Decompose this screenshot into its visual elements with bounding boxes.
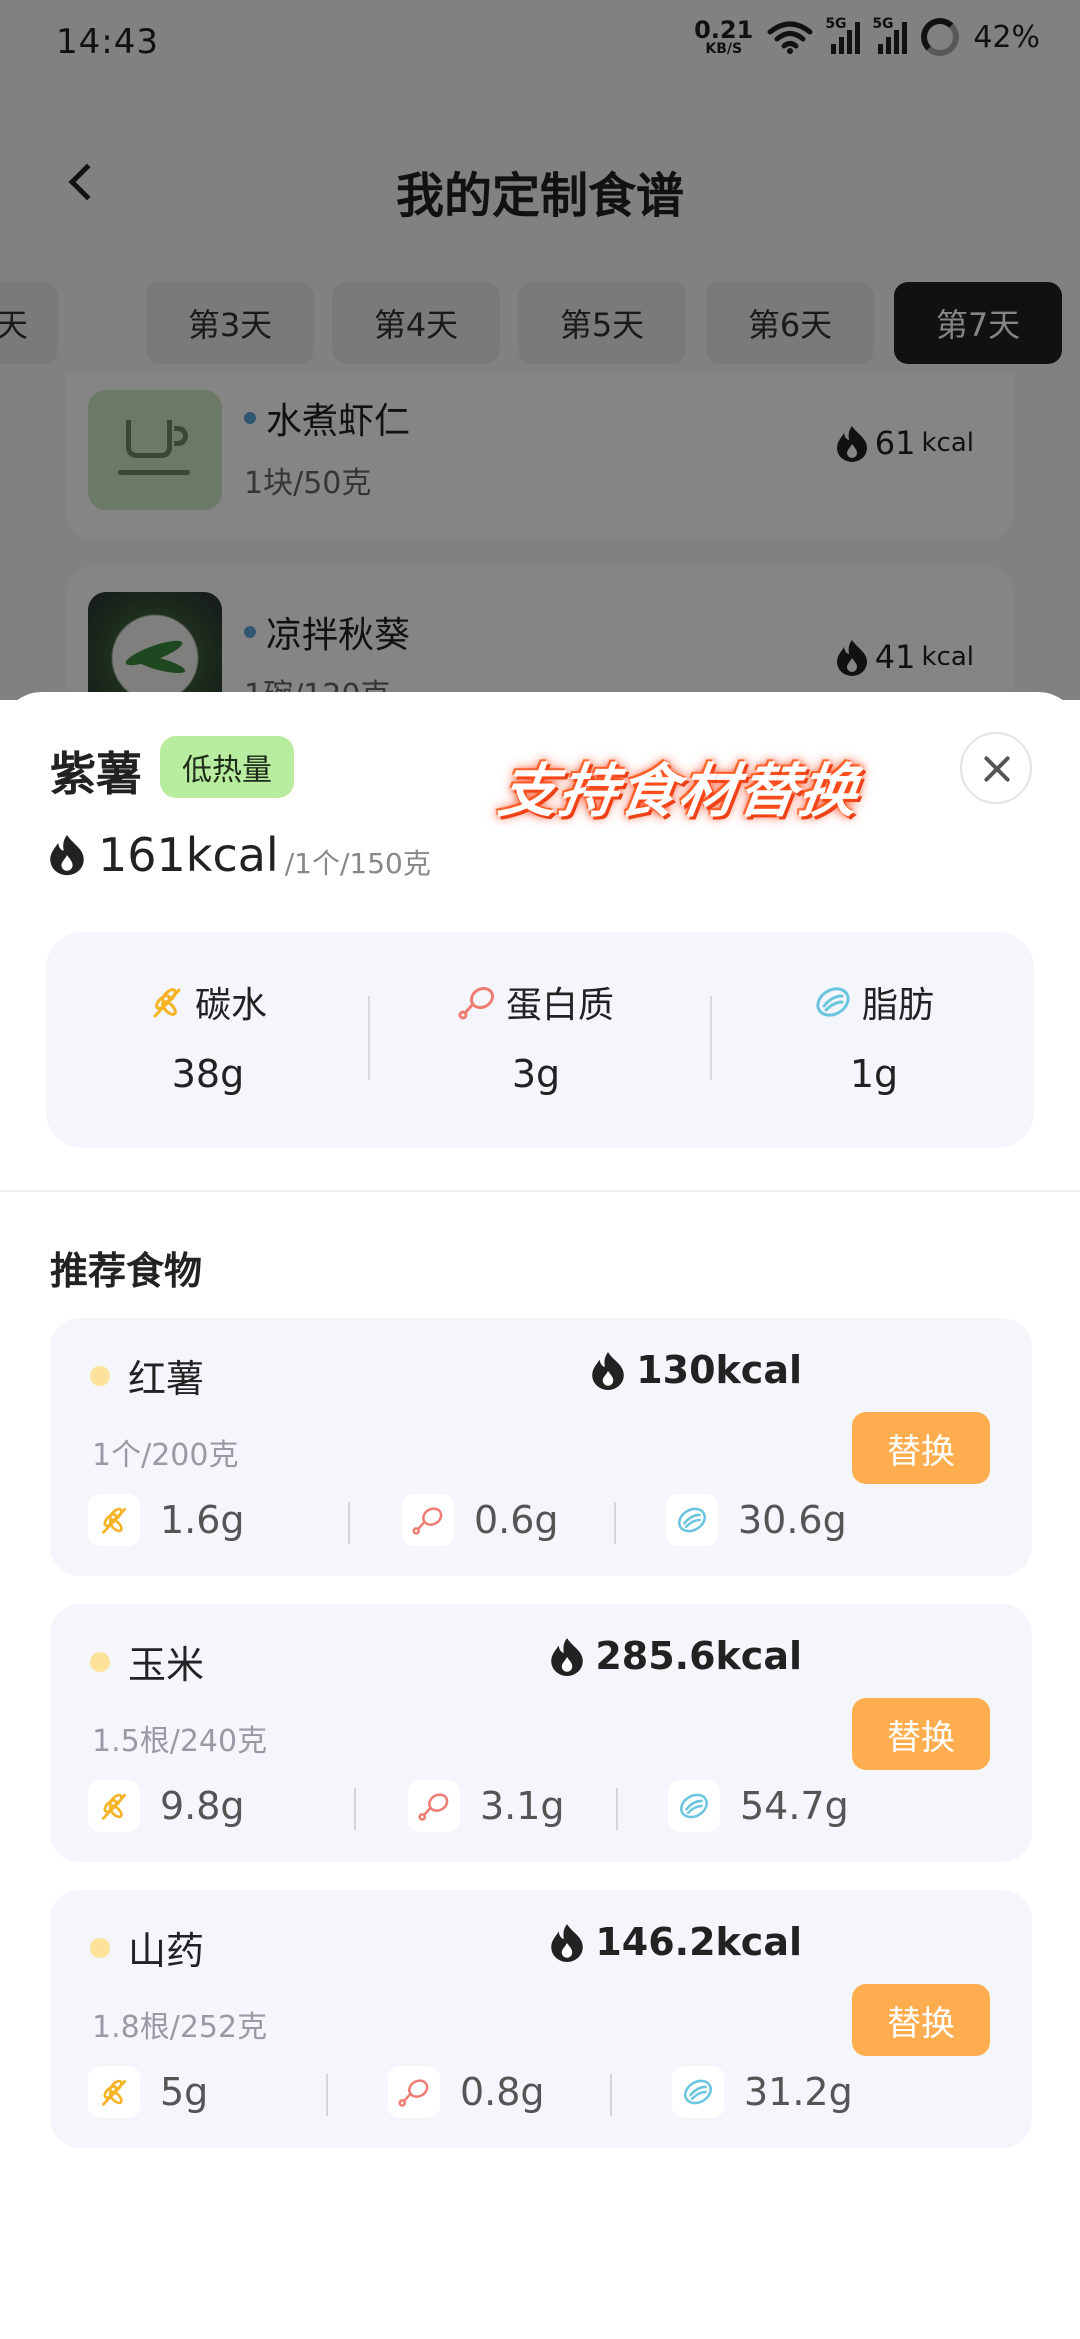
rec-protein-value: 3.1g (480, 1784, 565, 1828)
food-kcal-value: 161kcal (98, 828, 279, 882)
recommendation-card: 山药 146.2kcal 1.8根/252克 替换 5g 0.8g 31.2g (50, 1890, 1032, 2148)
divider (368, 996, 370, 1080)
drumstick-icon (458, 986, 495, 1020)
rec-name-text: 红薯 (128, 1357, 205, 1401)
rec-carb: 9.8g (88, 1780, 245, 1832)
food-calories: 161kcal /1个/150克 (48, 832, 431, 878)
rec-name: 红薯 (90, 1348, 204, 1403)
rec-protein: 0.8g (388, 2066, 545, 2118)
macro-fat-value: 1g (849, 1052, 899, 1096)
rec-carb: 1.6g (88, 1494, 245, 1546)
wheat-icon (153, 988, 181, 1018)
promo-banner: 支持食材替换 (494, 757, 865, 825)
rec-name: 玉米 (90, 1634, 204, 1689)
wheat-icon (102, 1793, 126, 1820)
rec-macros: 5g 0.8g 31.2g (88, 2066, 853, 2122)
macro-fat-label: 脂肪 (861, 985, 934, 1026)
rec-amount: 1个/200克 (92, 1438, 239, 1473)
rec-carb-value: 5g (160, 2070, 209, 2114)
rec-fat-value: 31.2g (744, 2070, 853, 2114)
rec-carb: 5g (88, 2066, 208, 2118)
rec-fat: 54.7g (668, 1780, 849, 1832)
rec-protein: 3.1g (408, 1780, 565, 1832)
rec-kcal-value: 285.6kcal (595, 1634, 802, 1678)
modal-backdrop[interactable] (0, 0, 1080, 700)
section-title: 推荐食物 (50, 1249, 203, 1293)
rec-kcal: 130kcal (590, 1348, 802, 1392)
divider (710, 996, 712, 1080)
rec-protein-value: 0.8g (460, 2070, 545, 2114)
divider (616, 1788, 618, 1830)
replace-button[interactable]: 替换 (852, 1412, 990, 1484)
fat-icon (816, 987, 850, 1017)
rec-macros: 9.8g 3.1g 54.7g (88, 1780, 849, 1836)
replace-button[interactable]: 替换 (852, 1698, 990, 1770)
macro-protein: 蛋白质 3g (376, 976, 696, 1096)
macro-summary: 碳水 38g 蛋白质 3g 脂肪 1g (46, 932, 1034, 1148)
drumstick-icon (418, 1793, 449, 1821)
flame-icon (592, 1352, 624, 1390)
macro-carb-label: 碳水 (194, 985, 267, 1026)
drumstick-icon (412, 1507, 443, 1535)
fat-icon (684, 2079, 712, 2105)
flame-icon (551, 1638, 584, 1676)
close-button[interactable] (960, 732, 1032, 804)
wheat-icon (102, 1507, 126, 1534)
food-serving: /1个/150克 (284, 847, 431, 880)
background-page: 14:43 0.21 KB/S 5G 5G 42% 我的定制食谱 天 第3天 第… (0, 0, 1080, 700)
divider (354, 1788, 356, 1830)
macro-protein-value: 3g (511, 1052, 561, 1096)
rec-kcal: 146.2kcal (549, 1920, 802, 1964)
rec-name-text: 山药 (128, 1929, 205, 1973)
rec-protein: 0.6g (402, 1494, 559, 1546)
macro-carb-value: 38g (171, 1052, 245, 1096)
recommendation-card: 红薯 130kcal 1个/200克 替换 1.6g 0.6g 30.6g (50, 1318, 1032, 1576)
food-name: 紫薯 (50, 747, 142, 801)
fat-icon (678, 1507, 706, 1533)
rec-fat-value: 30.6g (738, 1498, 847, 1542)
rec-fat: 30.6g (666, 1494, 847, 1546)
rec-carb-value: 1.6g (160, 1498, 245, 1542)
recommendation-card: 玉米 285.6kcal 1.5根/240克 替换 9.8g 3.1g 54.7… (50, 1604, 1032, 1862)
fat-icon (680, 1793, 708, 1819)
rec-name-text: 玉米 (128, 1643, 205, 1687)
rec-carb-value: 9.8g (160, 1784, 245, 1828)
rec-protein-value: 0.6g (474, 1498, 559, 1542)
rec-fat-value: 54.7g (740, 1784, 849, 1828)
rec-amount: 1.8根/252克 (92, 2010, 268, 2045)
divider (614, 1502, 616, 1544)
rec-amount: 1.5根/240克 (92, 1724, 268, 1759)
macro-carb: 碳水 38g (46, 976, 370, 1096)
drumstick-icon (398, 2079, 429, 2107)
flame-icon (551, 1924, 584, 1962)
divider (348, 1502, 350, 1544)
rec-kcal: 285.6kcal (549, 1634, 802, 1678)
rec-fat: 31.2g (672, 2066, 853, 2118)
rec-kcal-value: 146.2kcal (595, 1920, 802, 1964)
divider (610, 2074, 612, 2116)
macro-fat: 脂肪 1g (716, 976, 1032, 1096)
rec-macros: 1.6g 0.6g 30.6g (88, 1494, 847, 1550)
wheat-icon (102, 2079, 126, 2106)
divider (0, 1190, 1080, 1192)
rec-kcal-value: 130kcal (636, 1348, 802, 1392)
macro-protein-label: 蛋白质 (505, 985, 614, 1026)
replace-button[interactable]: 替换 (852, 1984, 990, 2056)
food-detail-sheet: 紫薯 低热量 支持食材替换 161kcal /1个/150克 碳水 38g 蛋白… (0, 692, 1080, 2339)
flame-icon (50, 835, 84, 876)
low-calorie-badge: 低热量 (160, 736, 294, 798)
divider (326, 2074, 328, 2116)
rec-name: 山药 (90, 1920, 204, 1975)
